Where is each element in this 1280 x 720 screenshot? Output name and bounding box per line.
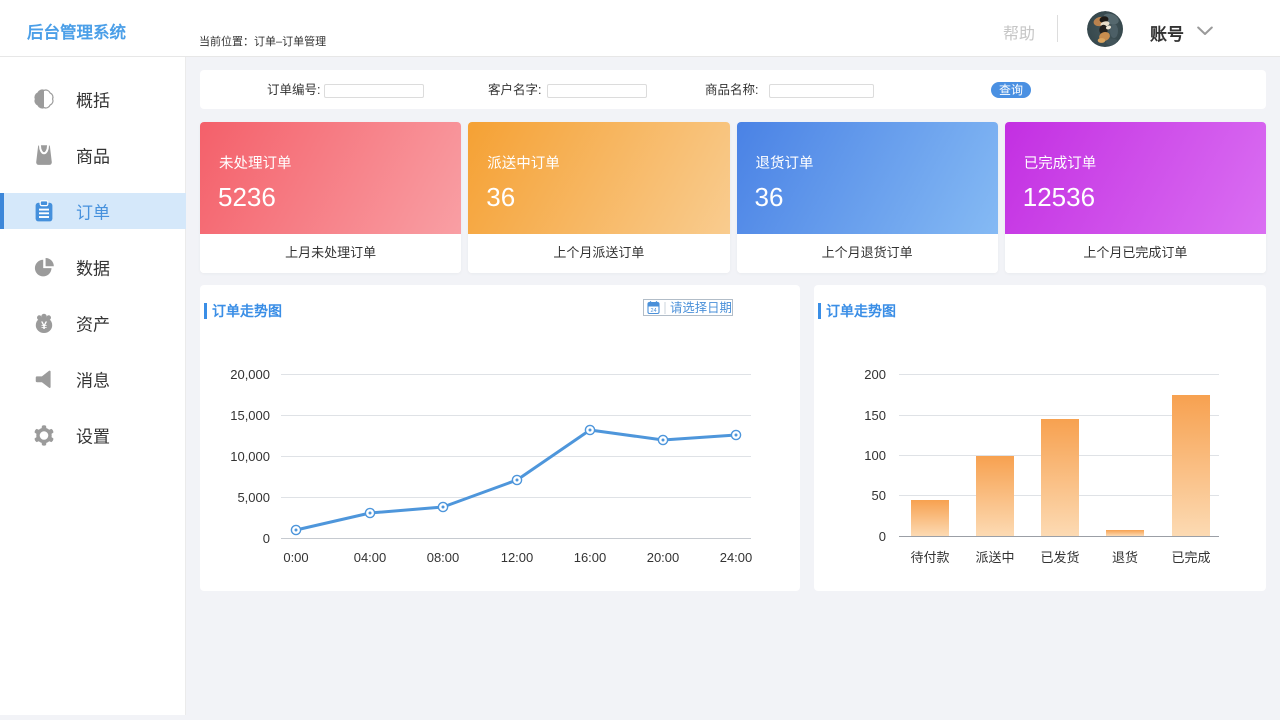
svg-text:待付款: 待付款 xyxy=(910,550,949,565)
svg-text:16:00: 16:00 xyxy=(574,550,607,565)
svg-text:20,000: 20,000 xyxy=(230,367,270,382)
svg-text:12:00: 12:00 xyxy=(501,550,534,565)
svg-text:20:00: 20:00 xyxy=(647,550,680,565)
svg-text:150: 150 xyxy=(864,408,886,423)
svg-text:10,000: 10,000 xyxy=(230,449,270,464)
svg-text:¥: ¥ xyxy=(41,320,48,332)
svg-text:04:00: 04:00 xyxy=(354,550,387,565)
svg-text:100: 100 xyxy=(864,448,886,463)
svg-text:0:00: 0:00 xyxy=(283,550,308,565)
svg-text:已发货: 已发货 xyxy=(1040,550,1079,565)
svg-text:0: 0 xyxy=(263,531,270,546)
svg-text:50: 50 xyxy=(872,488,886,503)
svg-text:派送中: 派送中 xyxy=(975,550,1014,565)
svg-text:24:00: 24:00 xyxy=(720,550,753,565)
svg-text:15,000: 15,000 xyxy=(230,408,270,423)
svg-text:退货: 退货 xyxy=(1112,550,1138,565)
svg-text:0: 0 xyxy=(879,529,886,544)
svg-text:已完成: 已完成 xyxy=(1171,550,1210,565)
svg-text:5,000: 5,000 xyxy=(237,490,270,505)
svg-text:200: 200 xyxy=(864,367,886,382)
svg-text:08:00: 08:00 xyxy=(427,550,460,565)
